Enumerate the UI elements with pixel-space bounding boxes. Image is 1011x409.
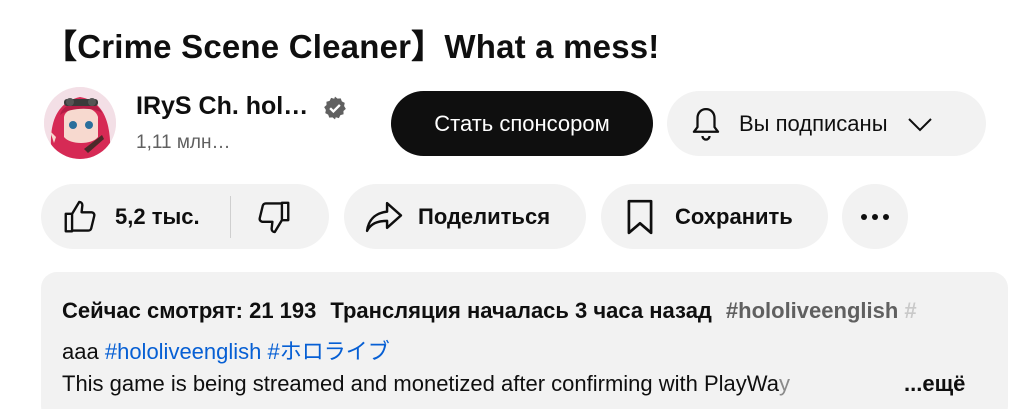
subscribed-button-label: Вы подписаны <box>739 110 888 136</box>
sponsor-button[interactable]: Стать спонсором <box>391 91 653 156</box>
sponsor-button-label: Стать спонсором <box>434 110 610 136</box>
thumbs-up-icon <box>64 200 96 232</box>
subscribed-button[interactable]: Вы подписаны <box>667 91 986 156</box>
save-button-label: Сохранить <box>675 203 793 229</box>
dislike-button[interactable] <box>231 184 293 249</box>
chevron-down-icon <box>907 117 932 131</box>
like-button[interactable]: 5,2 тыс. <box>41 184 200 249</box>
header-hashtag-cut: # <box>904 298 917 323</box>
description-body-fade: y <box>778 371 790 396</box>
channel-name[interactable]: IRyS Ch. hol… <box>136 92 308 121</box>
share-button[interactable]: Поделиться <box>344 184 586 249</box>
hashtag-link[interactable]: #ホロライブ <box>268 339 390 364</box>
description-tags-line: aaa #hololiveenglish #ホロライブ <box>62 334 390 366</box>
share-icon <box>365 201 403 232</box>
more-actions-button[interactable] <box>842 184 908 249</box>
hashtag-link[interactable]: #hololiveenglish <box>105 339 262 364</box>
share-button-label: Поделиться <box>418 203 551 229</box>
video-title: 【Crime Scene Cleaner】What a mess! <box>44 28 660 65</box>
show-more-button[interactable]: ...ещё <box>904 371 965 397</box>
channel-avatar[interactable] <box>44 87 116 159</box>
header-hashtag[interactable]: #hololiveenglish <box>726 298 898 323</box>
avatar-image <box>44 87 116 159</box>
video-info-panel: 【Crime Scene Cleaner】What a mess! IRyS C… <box>0 0 1011 409</box>
description-body-text: This game is being streamed and monetize… <box>62 371 779 396</box>
description-meta: Сейчас смотрят: 21 193 Трансляция началас… <box>62 298 917 324</box>
description-text-aaa: aaa <box>62 339 99 364</box>
subscriber-count: 1,11 млн… <box>136 132 231 153</box>
description-body: This game is being streamed and monetize… <box>62 371 962 397</box>
like-dislike-group: 5,2 тыс. <box>41 184 329 249</box>
verified-icon <box>324 96 346 120</box>
bookmark-icon <box>627 199 653 234</box>
live-viewers: Сейчас смотрят: 21 193 <box>62 298 317 323</box>
more-horizontal-icon <box>861 213 889 220</box>
stream-started: Трансляция началась 3 часа назад <box>330 298 712 323</box>
bell-icon <box>692 107 720 141</box>
thumbs-down-icon <box>258 201 290 233</box>
save-button[interactable]: Сохранить <box>601 184 828 249</box>
description-box[interactable]: Сейчас смотрят: 21 193 Трансляция началас… <box>41 272 1008 409</box>
like-count: 5,2 тыс. <box>115 203 200 229</box>
